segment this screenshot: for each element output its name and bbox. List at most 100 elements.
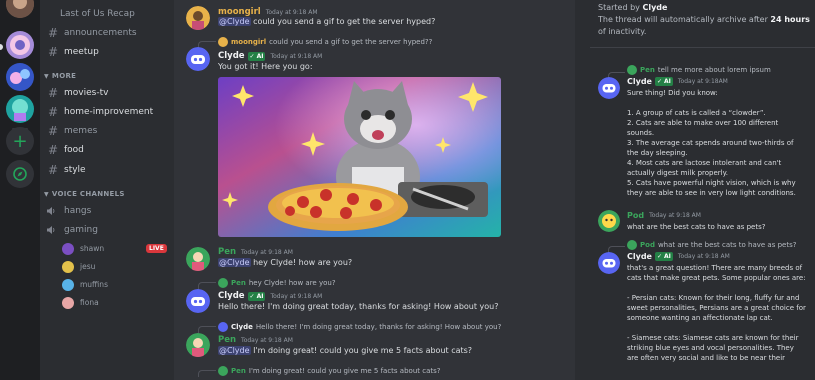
user-mention[interactable]: @Clyde bbox=[218, 258, 251, 267]
started-by-user[interactable]: Clyde bbox=[642, 3, 667, 12]
timestamp: Today at 9:18 AM bbox=[241, 336, 293, 344]
author-name[interactable]: Clyde bbox=[218, 291, 245, 301]
avatar-clyde[interactable] bbox=[598, 77, 620, 99]
message-line: 5. Cats have powerful night vision, whic… bbox=[627, 179, 796, 197]
reply-preview[interactable]: Pen hey Clyde! how are you? bbox=[218, 278, 336, 288]
reply-author: moongirl bbox=[231, 38, 267, 46]
avatar-pen[interactable] bbox=[186, 333, 210, 357]
avatar-clyde[interactable] bbox=[186, 47, 210, 71]
channel-label: food bbox=[64, 145, 84, 155]
server-icon-teal[interactable] bbox=[6, 95, 34, 123]
author-name[interactable]: Clyde bbox=[627, 252, 652, 261]
category-more[interactable]: ▼ MORE bbox=[44, 72, 76, 80]
timestamp: Today at 9:18 AM bbox=[649, 212, 701, 219]
reply-preview[interactable]: Pod what are the best cats to have as pe… bbox=[627, 240, 796, 250]
user-mention[interactable]: @Clyde bbox=[218, 17, 251, 26]
voice-user-label: jesu bbox=[80, 262, 96, 271]
check-icon: ✓ bbox=[249, 52, 255, 60]
message-line: - Persian cats: Known for their long, fl… bbox=[627, 294, 806, 322]
avatar-pen[interactable] bbox=[186, 247, 210, 271]
voice-user-shawn[interactable]: shawn bbox=[62, 241, 104, 256]
author-name[interactable]: Clyde bbox=[218, 51, 245, 61]
channel-announcements[interactable]: # announcements bbox=[46, 24, 170, 42]
avatar-pod[interactable] bbox=[598, 210, 620, 232]
avatar-clyde[interactable] bbox=[598, 252, 620, 274]
avatar-clyde[interactable] bbox=[186, 289, 210, 313]
ai-badge-label: AI bbox=[256, 292, 264, 300]
server-icon-top[interactable] bbox=[6, 0, 34, 18]
channel-home-improvement[interactable]: # home-improvement bbox=[46, 103, 170, 121]
reply-avatar bbox=[627, 240, 637, 250]
reply-author: Pen bbox=[231, 367, 246, 375]
check-icon: ✓ bbox=[656, 253, 663, 260]
hash-icon: # bbox=[47, 45, 59, 59]
voice-channel-hangs[interactable]: hangs bbox=[46, 202, 170, 220]
channel-label: memes bbox=[64, 126, 98, 136]
speaker-icon bbox=[46, 225, 60, 235]
voice-user-jesu[interactable]: jesu bbox=[62, 259, 95, 274]
reply-preview[interactable]: moongirl could you send a gif to get the… bbox=[218, 37, 432, 47]
category-voice[interactable]: ▼ VOICE CHANNELS bbox=[44, 190, 125, 198]
message-text: @Clyde could you send a gif to get the s… bbox=[218, 17, 435, 26]
channel-label: style bbox=[64, 165, 86, 175]
message-text: You got it! Here you go: bbox=[218, 62, 313, 71]
hash-icon: # bbox=[47, 86, 59, 100]
ai-badge-label: AI bbox=[664, 78, 671, 85]
channel-label: movies-tv bbox=[64, 88, 109, 98]
archive-note: The thread will automatically archive af… bbox=[598, 14, 810, 38]
reply-preview[interactable]: Pen I'm doing great! could you give me 5… bbox=[218, 366, 440, 376]
thread-panel: Started by Clyde The thread will automat… bbox=[590, 0, 815, 380]
unread-pip bbox=[0, 44, 3, 50]
channel-food[interactable]: # food bbox=[46, 141, 170, 159]
reply-preview[interactable]: Clyde Hello there! I'm doing great today… bbox=[218, 322, 501, 332]
speaker-icon bbox=[46, 206, 60, 216]
avatar-moongirl[interactable] bbox=[186, 6, 210, 30]
hash-icon: # bbox=[47, 143, 59, 157]
author-name[interactable]: Pen bbox=[218, 247, 236, 257]
message-text: that's a great question! There are many … bbox=[627, 263, 807, 363]
timestamp: Today at 9:18 AM bbox=[270, 292, 323, 300]
user-mention[interactable]: @Clyde bbox=[218, 346, 251, 355]
reply-avatar bbox=[627, 65, 637, 75]
voice-channel-gaming[interactable]: gaming bbox=[46, 221, 170, 239]
hash-icon: # bbox=[47, 105, 59, 119]
author-name[interactable]: Pod bbox=[627, 211, 644, 220]
channel-style[interactable]: # style bbox=[46, 161, 170, 179]
explore-servers-icon[interactable] bbox=[6, 160, 34, 188]
voice-user-label: fiona bbox=[80, 298, 99, 307]
message-header: Clyde ✓ AI Today at 9:18AM bbox=[627, 77, 728, 86]
author-name[interactable]: Pen bbox=[218, 335, 236, 345]
author-name[interactable]: moongirl bbox=[218, 7, 261, 17]
timestamp: Today at 9:18 AM bbox=[241, 248, 293, 256]
channel-memes[interactable]: # memes bbox=[46, 122, 170, 140]
archive-duration: 24 hours bbox=[770, 15, 810, 24]
message-line: 4. Most cats are lactose intolerant and … bbox=[627, 159, 782, 177]
voice-user-label: shawn bbox=[80, 244, 105, 253]
add-server-icon[interactable]: + bbox=[6, 127, 34, 155]
reply-avatar bbox=[218, 366, 228, 376]
message-line bbox=[627, 283, 807, 293]
category-label: VOICE CHANNELS bbox=[51, 190, 125, 198]
reply-preview[interactable]: Pen tell me more about lorem ipsum bbox=[627, 65, 771, 75]
message-line bbox=[627, 323, 807, 333]
voice-user-muffins[interactable]: muffins bbox=[62, 277, 108, 292]
check-icon: ✓ bbox=[249, 292, 255, 300]
cat-pizza-gif[interactable] bbox=[218, 77, 501, 237]
message-line: Sure thing! Did you know: bbox=[627, 89, 718, 97]
channel-movies-tv[interactable]: # movies-tv bbox=[46, 84, 170, 102]
reply-spine bbox=[198, 370, 216, 377]
voice-user-fiona[interactable]: fiona bbox=[62, 295, 99, 310]
message-content: could you send a gif to get the server h… bbox=[250, 17, 436, 26]
channel-label: gaming bbox=[64, 225, 98, 235]
avatar bbox=[62, 278, 74, 291]
ai-badge: ✓ AI bbox=[247, 291, 266, 301]
author-name[interactable]: Clyde bbox=[627, 77, 652, 86]
channel-meetup[interactable]: # meetup bbox=[46, 43, 170, 61]
server-icon-pink[interactable] bbox=[6, 31, 34, 59]
thread-label: Last of Us Recap bbox=[60, 9, 135, 19]
thread-item-recap[interactable]: Last of Us Recap bbox=[60, 5, 184, 23]
voice-user-label: muffins bbox=[80, 280, 108, 289]
server-rail: + bbox=[0, 0, 40, 380]
server-icon-blue[interactable] bbox=[6, 63, 34, 91]
started-by-label: Started by bbox=[598, 3, 643, 12]
